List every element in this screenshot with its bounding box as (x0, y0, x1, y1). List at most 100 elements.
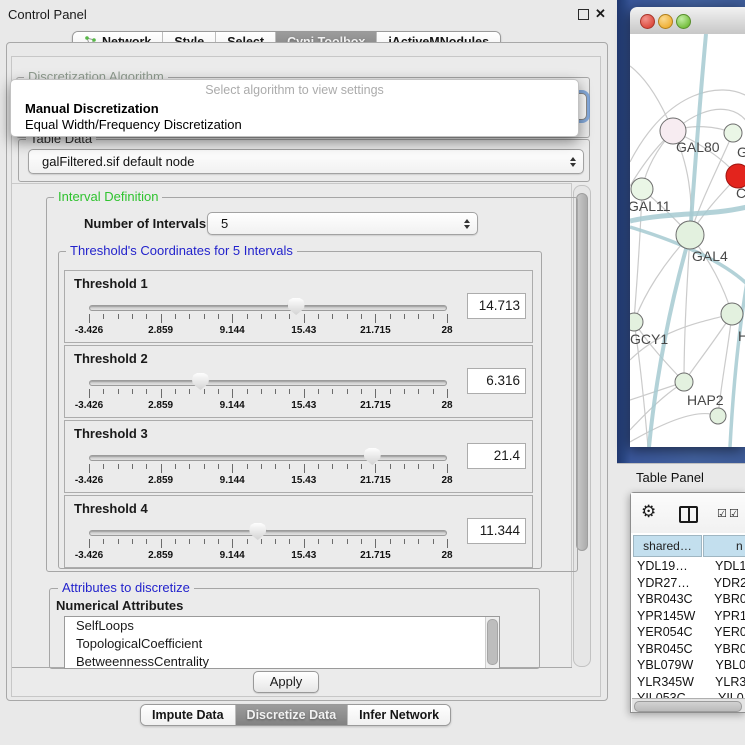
tick-mark (261, 464, 262, 469)
gear-icon[interactable]: ⚙ (641, 502, 656, 522)
threshold-slider[interactable]: -3.4262.8599.14415.4321.71528 (89, 372, 447, 416)
slider-thumb[interactable] (364, 448, 381, 465)
threshold-value-field[interactable]: 6.316 (467, 368, 526, 394)
zoom-traffic-icon[interactable] (676, 14, 691, 29)
table-row[interactable]: YDL19…YDL1 (632, 559, 745, 576)
cell-name[interactable]: YDR2 (703, 576, 745, 593)
threshold-slider[interactable]: -3.4262.8599.14415.4321.71528 (89, 522, 447, 566)
tick-mark (375, 539, 376, 548)
minimize-traffic-icon[interactable] (658, 14, 673, 29)
threshold-slider[interactable]: -3.4262.8599.14415.4321.71528 (89, 297, 447, 341)
network-node[interactable] (676, 221, 704, 249)
slider-track[interactable] (89, 380, 447, 386)
close-traffic-icon[interactable] (640, 14, 655, 29)
cell-name[interactable]: YER0 (703, 625, 745, 642)
network-view-window[interactable]: GAL80GACGAL11GAL4GCY1HHAP2 (630, 7, 745, 447)
tab-discretize-data[interactable]: Discretize Data (235, 705, 348, 725)
column-header-name[interactable]: n (703, 535, 745, 557)
cell-shared-name[interactable]: YPR145W (632, 609, 703, 626)
cell-shared-name[interactable]: YBL079W (632, 658, 705, 675)
network-node[interactable] (675, 373, 693, 391)
tab-impute-data[interactable]: Impute Data (141, 705, 235, 725)
num-intervals-combo[interactable]: 5 (207, 212, 478, 235)
attribute-list-item[interactable]: TopologicalCoefficient (65, 635, 499, 653)
algorithm-option-manual[interactable]: Manual Discretization (25, 101, 159, 116)
table-data-combo[interactable]: galFiltered.sif default node (28, 149, 584, 174)
network-edge (630, 414, 718, 442)
tick-label: 28 (441, 325, 452, 336)
table-row[interactable]: YDR27…YDR2 (632, 576, 745, 593)
float-panel-icon[interactable] (578, 9, 589, 20)
tick-label: 9.144 (220, 475, 245, 486)
table-hscrollbar[interactable] (632, 698, 745, 712)
cell-name[interactable]: YPR1 (703, 609, 745, 626)
checkbox-icon[interactable]: ☑ (729, 507, 739, 520)
tick-label: 2.859 (148, 475, 173, 486)
table-row[interactable]: YPR145WYPR1 (632, 609, 745, 626)
slider-track[interactable] (89, 455, 447, 461)
list-scrollbar[interactable] (485, 617, 499, 668)
cell-name[interactable]: YBR0 (703, 592, 745, 609)
tab-infer-network[interactable]: Infer Network (347, 705, 450, 725)
threshold-row: Threshold 2 -3.4262.8599.14415.4321.7152… (64, 345, 533, 418)
threshold-value-field[interactable]: 21.4 (467, 443, 526, 469)
slider-thumb[interactable] (249, 523, 266, 540)
cell-name[interactable]: YDL1 (704, 559, 745, 576)
cell-name[interactable]: YLR3 (704, 675, 745, 692)
checkbox-icon[interactable]: ☑ (717, 507, 727, 520)
cell-shared-name[interactable]: YDL19… (632, 559, 704, 576)
tick-label: -3.426 (75, 475, 103, 486)
algorithm-option-equal-width[interactable]: Equal Width/Frequency Discretization (25, 117, 242, 132)
network-node[interactable] (631, 178, 653, 200)
tick-mark (304, 539, 305, 548)
tick-mark (103, 464, 104, 469)
cell-shared-name[interactable]: YBR043C (632, 592, 703, 609)
network-node[interactable] (710, 408, 726, 424)
table-hscrollbar-thumb[interactable] (634, 701, 742, 712)
cell-shared-name[interactable]: YLR345W (632, 675, 704, 692)
algorithm-dropdown-popup: Select algorithm to view settings Manual… (10, 79, 579, 137)
table-panel-bar: Table Panel (617, 463, 745, 491)
tick-mark (175, 464, 176, 469)
numerical-attributes-list[interactable]: SelfLoopsTopologicalCoefficientBetweenne… (64, 616, 500, 669)
attribute-list-item[interactable]: BetweennessCentrality (65, 653, 499, 669)
tick-mark (332, 314, 333, 319)
threshold-value-field[interactable]: 11.344 (467, 518, 526, 544)
table-row[interactable]: YBL079WYBL0 (632, 658, 745, 675)
tick-mark (218, 539, 219, 544)
network-node[interactable] (724, 124, 742, 142)
network-node[interactable] (630, 313, 643, 331)
slider-thumb[interactable] (288, 298, 305, 315)
tick-mark (433, 539, 434, 544)
table-row[interactable]: YER054CYER0 (632, 625, 745, 642)
cell-name[interactable]: YBR0 (703, 642, 745, 659)
network-window-titlebar[interactable] (630, 7, 745, 35)
table-row[interactable]: YBR043CYBR0 (632, 592, 745, 609)
slider-thumb[interactable] (192, 373, 209, 390)
tick-mark (304, 464, 305, 473)
column-header-shared-name[interactable]: shared… (633, 535, 702, 557)
cell-shared-name[interactable]: YDR27… (632, 576, 703, 593)
network-node-label: C (736, 185, 745, 201)
cell-shared-name[interactable]: YER054C (632, 625, 703, 642)
threshold-slider[interactable]: -3.4262.8599.14415.4321.71528 (89, 447, 447, 491)
network-node[interactable] (721, 303, 743, 325)
tick-mark (447, 539, 448, 548)
list-scrollbar-thumb[interactable] (487, 619, 498, 665)
split-view-icon[interactable] (679, 506, 698, 523)
tick-mark (189, 314, 190, 319)
network-canvas[interactable]: GAL80GACGAL11GAL4GCY1HHAP2 (630, 34, 745, 447)
threshold-label: Threshold 4 (74, 501, 148, 516)
close-panel-icon[interactable]: ✕ (595, 6, 606, 22)
slider-track[interactable] (89, 305, 447, 311)
table-row[interactable]: YLR345WYLR3 (632, 675, 745, 692)
attribute-list-item[interactable]: SelfLoops (65, 617, 499, 635)
slider-track[interactable] (89, 530, 447, 536)
tick-mark (418, 464, 419, 469)
threshold-value-field[interactable]: 14.713 (467, 293, 526, 319)
cell-name[interactable]: YBL0 (705, 658, 745, 675)
cell-shared-name[interactable]: YBR045C (632, 642, 703, 659)
tick-mark (175, 314, 176, 319)
apply-button[interactable]: Apply (253, 671, 319, 693)
table-row[interactable]: YBR045CYBR0 (632, 642, 745, 659)
